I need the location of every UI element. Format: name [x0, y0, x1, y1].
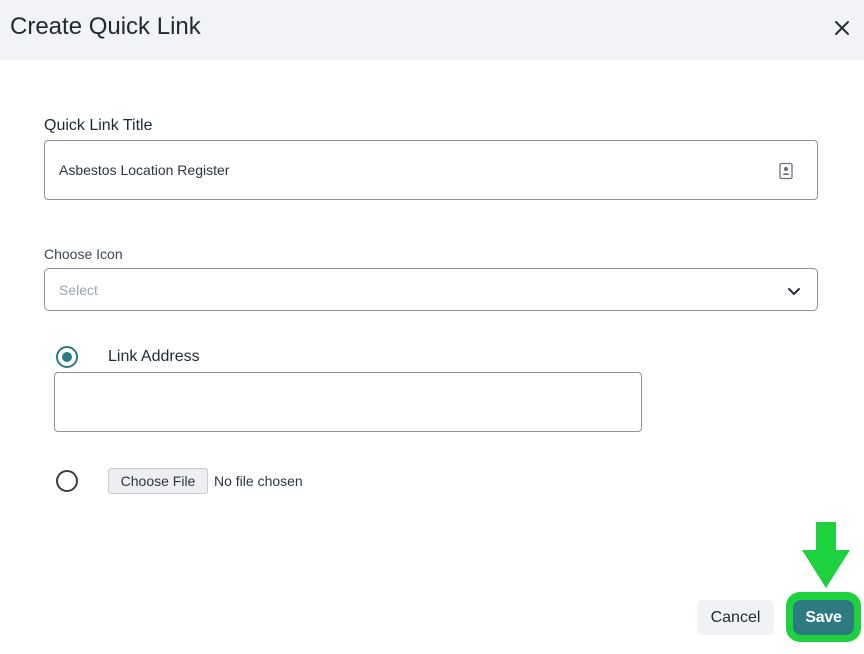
choose-icon-label: Choose Icon — [44, 246, 123, 262]
file-status-text: No file chosen — [214, 473, 303, 489]
quick-link-title-input[interactable]: Asbestos Location Register — [44, 140, 818, 200]
cancel-button[interactable]: Cancel — [697, 600, 774, 635]
close-icon — [835, 21, 849, 35]
close-button[interactable] — [826, 12, 858, 44]
quick-link-title-value: Asbestos Location Register — [59, 162, 230, 178]
dialog-header: Create Quick Link — [0, 0, 864, 60]
down-arrow-icon — [802, 522, 850, 588]
dialog-title: Create Quick Link — [10, 13, 201, 40]
radio-selected-dot — [62, 352, 72, 362]
choose-icon-select[interactable]: Select — [44, 268, 818, 311]
file-upload-radio[interactable] — [56, 470, 78, 492]
chevron-down-icon — [788, 288, 800, 295]
quick-link-title-label: Quick Link Title — [44, 117, 153, 134]
save-button[interactable]: Save — [793, 600, 854, 635]
choose-icon-placeholder: Select — [59, 282, 98, 298]
create-quick-link-dialog: Create Quick Link Quick Link Title Asbes… — [0, 0, 864, 654]
link-address-radio[interactable] — [56, 346, 78, 368]
link-address-label: Link Address — [108, 348, 200, 365]
link-address-input[interactable] — [54, 372, 642, 432]
choose-file-button[interactable]: Choose File — [108, 468, 208, 494]
contact-card-icon — [779, 162, 793, 180]
